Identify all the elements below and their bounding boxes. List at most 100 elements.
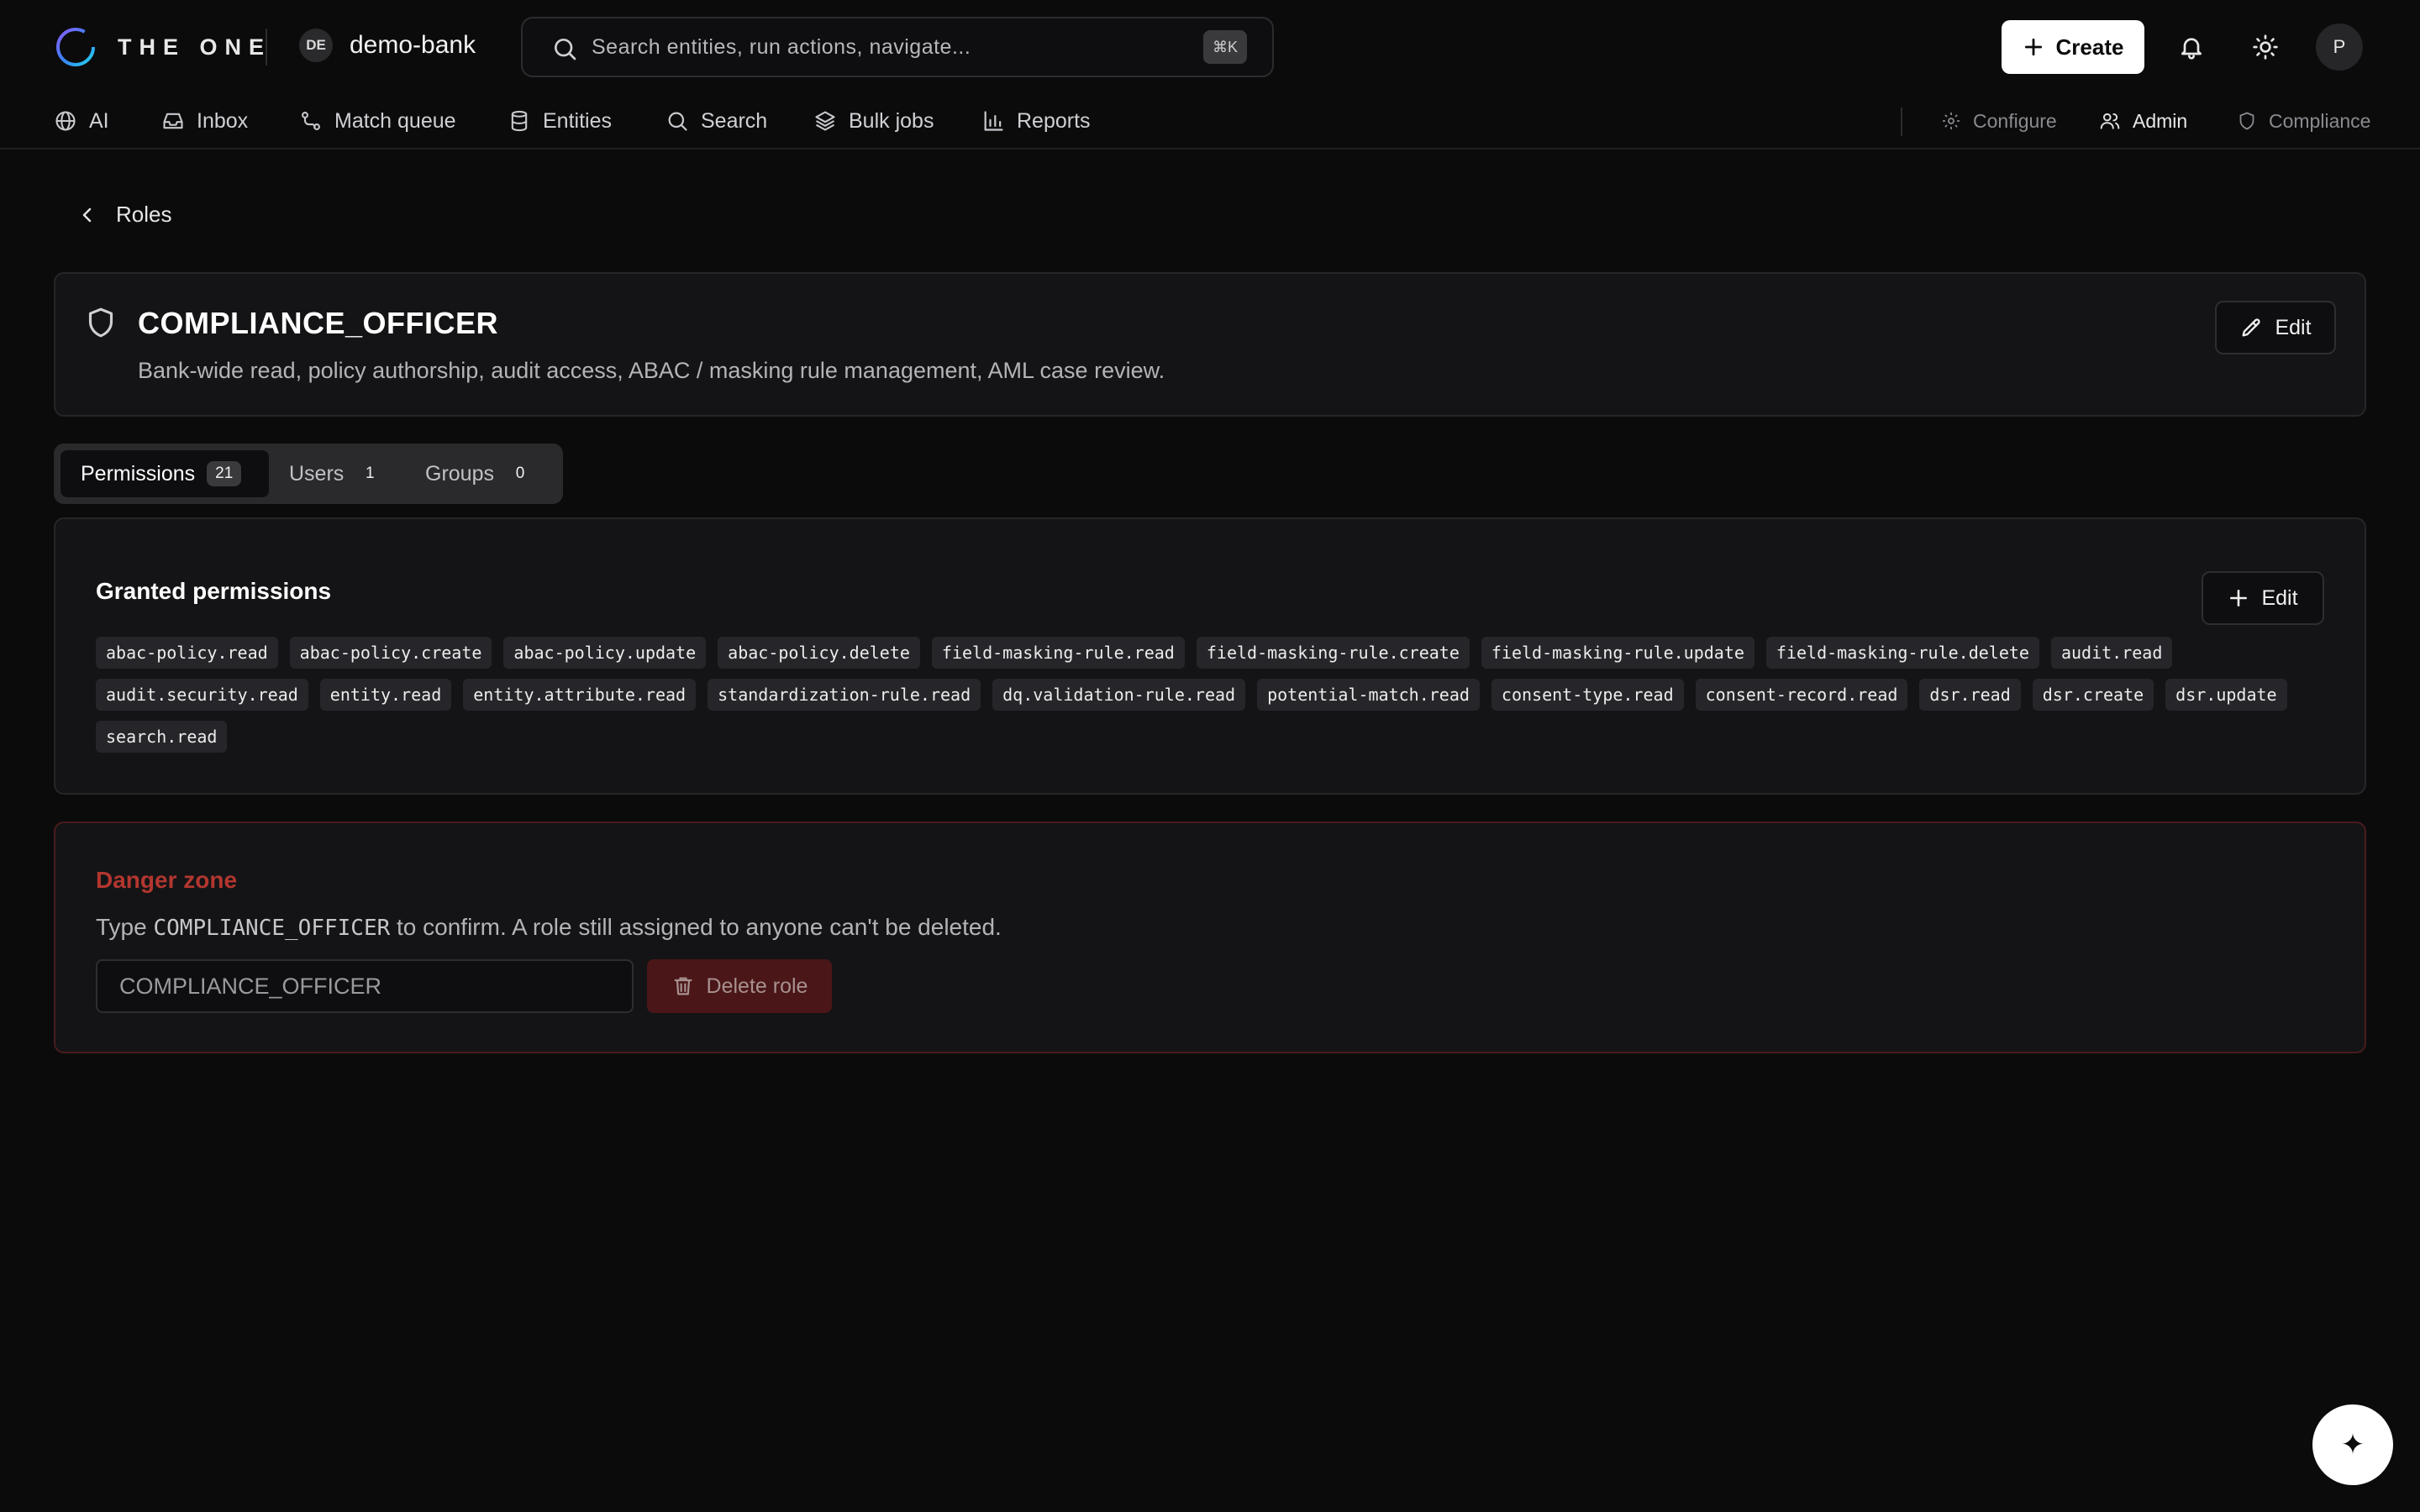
ai-assistant-fab[interactable]: ✦ xyxy=(2312,1404,2393,1485)
permission-chip: field-masking-rule.update xyxy=(1481,637,1754,669)
database-icon xyxy=(511,110,528,132)
tab-label: Permissions xyxy=(81,461,196,486)
role-tabs: Permissions 21 Users 1 Groups 0 xyxy=(54,444,563,504)
role-name: COMPLIANCE_OFFICER xyxy=(138,306,499,340)
tab-label: Groups xyxy=(425,461,494,486)
tab-permissions[interactable]: Permissions 21 xyxy=(60,450,269,497)
nav-label: Configure xyxy=(1973,109,2057,132)
nav-item-configure[interactable]: Configure xyxy=(1941,106,2057,136)
sun-icon xyxy=(2253,34,2278,60)
role-header-card: COMPLIANCE_OFFICER Bank-wide read, polic… xyxy=(54,272,2366,417)
danger-zone-card: Danger zone Type COMPLIANCE_OFFICER to c… xyxy=(54,822,2366,1053)
nav-item-bulk-jobs[interactable]: Bulk jobs xyxy=(813,106,934,136)
permission-chip: standardization-rule.read xyxy=(708,679,981,711)
delete-role-button[interactable]: Delete role xyxy=(647,959,832,1013)
pencil-icon xyxy=(2242,318,2261,337)
nav-item-reports[interactable]: Reports xyxy=(981,106,1091,136)
permission-chip: consent-record.read xyxy=(1695,679,1908,711)
tab-count: 21 xyxy=(207,461,242,486)
permission-chip: abac-policy.create xyxy=(289,637,492,669)
tab-users[interactable]: Users 1 xyxy=(289,450,415,497)
nav-label: Bulk jobs xyxy=(849,108,934,133)
back-to-roles-link[interactable]: Roles xyxy=(77,202,171,228)
nav-label: AI xyxy=(89,108,109,133)
edit-label: Edit xyxy=(2261,585,2298,610)
instruction-role-code: COMPLIANCE_OFFICER xyxy=(153,916,391,941)
danger-zone-instructions: Type COMPLIANCE_OFFICER to confirm. A ro… xyxy=(96,914,1002,941)
permission-chip: dsr.update xyxy=(2165,679,2287,711)
user-avatar[interactable]: P xyxy=(2316,24,2363,71)
permission-chip: potential-match.read xyxy=(1257,679,1480,711)
header-divider xyxy=(266,29,267,66)
nav-label: Search xyxy=(701,108,768,133)
trash-icon xyxy=(674,977,692,995)
shortcut-hint: ⌘K xyxy=(1203,30,1247,64)
chevron-left-icon xyxy=(82,207,92,222)
tab-count: 1 xyxy=(366,465,375,482)
plus-icon xyxy=(2230,590,2248,606)
nav-item-compliance[interactable]: Compliance xyxy=(2237,106,2370,136)
role-description: Bank-wide read, policy authorship, audit… xyxy=(138,358,1165,383)
logo-ring-icon xyxy=(56,28,95,66)
delete-label: Delete role xyxy=(706,974,808,998)
confirm-role-name-input[interactable]: COMPLIANCE_OFFICER xyxy=(96,959,634,1013)
permission-chip-list: abac-policy.read abac-policy.create abac-p… xyxy=(96,637,2323,763)
brand-name: THE ONE xyxy=(118,34,272,60)
main-nav: AI Inbox Match queue Entities Search Bul… xyxy=(0,94,2420,150)
route-icon xyxy=(302,112,320,130)
tenant-switcher[interactable]: DE demo-bank xyxy=(299,29,476,62)
notifications-button[interactable] xyxy=(2171,27,2212,67)
create-button[interactable]: Create xyxy=(2002,20,2144,74)
nav-label: Compliance xyxy=(2269,109,2371,132)
permission-chip: dsr.create xyxy=(2032,679,2154,711)
nav-item-match-queue[interactable]: Match queue xyxy=(299,106,456,136)
shield-icon xyxy=(88,307,113,338)
permission-chip: audit.read xyxy=(2050,637,2173,669)
permission-chip: dsr.read xyxy=(1919,679,2021,711)
permission-chip: field-masking-rule.delete xyxy=(1765,637,2039,669)
tab-label: Users xyxy=(289,461,345,486)
nav-item-ai[interactable]: AI xyxy=(54,106,109,136)
permission-chip: abac-policy.update xyxy=(503,637,707,669)
permission-chip: consent-type.read xyxy=(1491,679,1684,711)
search-icon xyxy=(555,39,576,60)
plus-icon xyxy=(2024,38,2042,56)
nav-label: Match queue xyxy=(334,108,456,133)
permission-chip: entity.read xyxy=(319,679,452,711)
nav-divider xyxy=(1901,108,1902,136)
permission-chip: dq.validation-rule.read xyxy=(992,679,1246,711)
theme-toggle[interactable] xyxy=(2245,27,2286,67)
permission-chip: audit.security.read xyxy=(96,679,308,711)
nav-label: Admin xyxy=(2133,109,2188,132)
edit-permissions-button[interactable]: Edit xyxy=(2202,571,2324,625)
nav-item-admin[interactable]: Admin xyxy=(2099,106,2187,136)
bell-icon xyxy=(2181,38,2202,60)
brand-logo[interactable]: THE ONE xyxy=(54,25,271,69)
users-icon xyxy=(2100,113,2120,129)
tab-count: 0 xyxy=(515,465,525,482)
nav-label: Entities xyxy=(543,108,612,133)
tenant-name: demo-bank xyxy=(350,31,476,59)
bar-chart-icon xyxy=(984,111,1003,131)
nav-label: Inbox xyxy=(197,108,249,133)
command-search[interactable]: Search entities, run actions, navigate..… xyxy=(521,17,1274,77)
tab-groups[interactable]: Groups 0 xyxy=(425,450,556,497)
permissions-title: Granted permissions xyxy=(96,578,332,604)
permission-chip: entity.attribute.read xyxy=(463,679,697,711)
search-icon xyxy=(668,112,687,131)
back-label: Roles xyxy=(116,202,172,227)
nav-item-inbox[interactable]: Inbox xyxy=(161,106,248,136)
danger-zone-title: Danger zone xyxy=(96,867,238,893)
nav-item-entities[interactable]: Entities xyxy=(508,106,612,136)
instruction-suffix: to confirm. A role still assigned to any… xyxy=(390,914,1002,940)
edit-role-button[interactable]: Edit xyxy=(2215,301,2336,354)
permission-chip: field-masking-rule.read xyxy=(931,637,1185,669)
globe-icon xyxy=(55,111,76,131)
nav-item-search[interactable]: Search xyxy=(666,106,767,136)
create-label: Create xyxy=(2055,34,2124,60)
search-placeholder: Search entities, run actions, navigate..… xyxy=(592,35,971,59)
permission-chip: abac-policy.read xyxy=(96,637,278,669)
permission-chip: abac-policy.delete xyxy=(718,637,920,669)
permission-chip: search.read xyxy=(96,721,228,753)
shield-icon xyxy=(2239,112,2254,130)
